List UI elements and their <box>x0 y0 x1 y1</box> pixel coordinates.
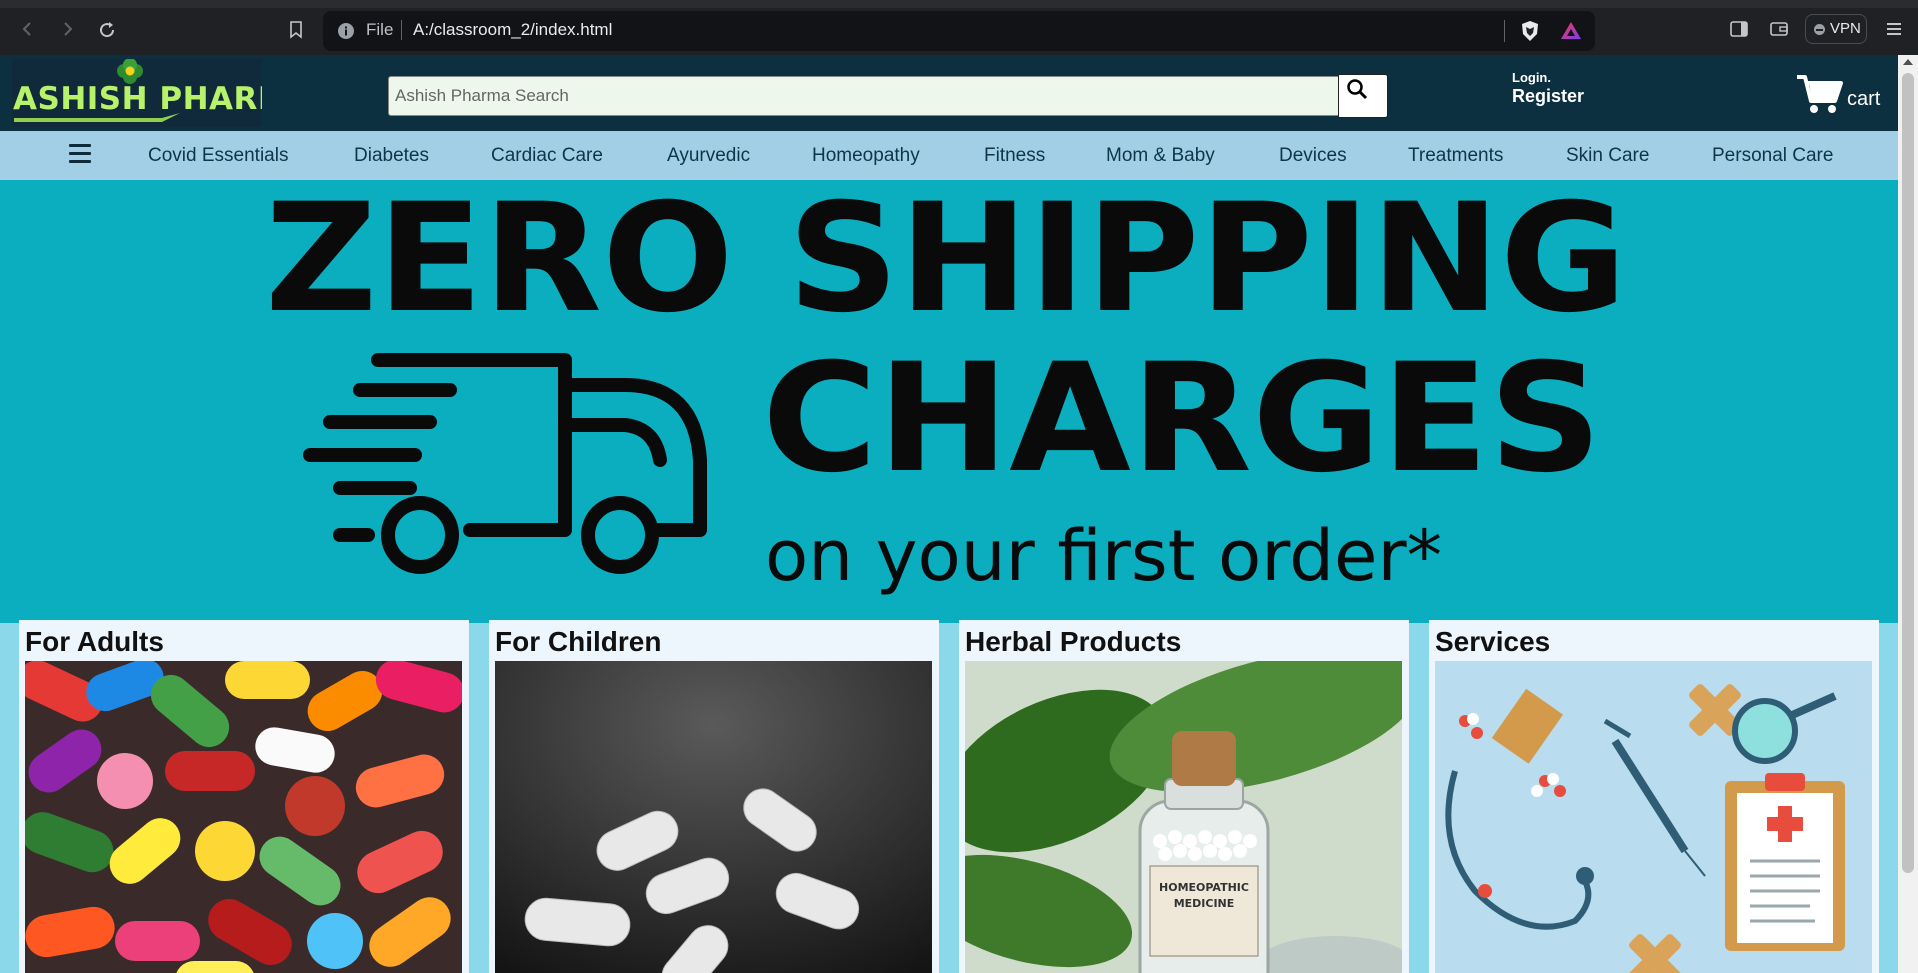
category-nav: Covid Essentials Diabetes Cardiac Care A… <box>0 131 1898 180</box>
search-input[interactable] <box>388 76 1340 116</box>
nav-item-homeopathy[interactable]: Homeopathy <box>812 145 920 167</box>
menu-icon[interactable] <box>1884 19 1904 39</box>
brave-shields-icon[interactable] <box>1519 20 1541 47</box>
nav-item-covid-essentials[interactable]: Covid Essentials <box>148 145 288 167</box>
login-register-link[interactable]: Login. Register <box>1512 71 1584 107</box>
tab-strip <box>0 0 1918 8</box>
url-divider <box>1504 20 1505 42</box>
adults-pills-image[interactable] <box>25 661 462 973</box>
nav-item-ayurvedic[interactable]: Ayurvedic <box>667 145 750 167</box>
nav-item-cardiac-care[interactable]: Cardiac Care <box>491 145 603 167</box>
search-icon <box>1347 79 1368 100</box>
vpn-label: VPN <box>1830 20 1861 37</box>
site-logo[interactable]: ASHISH PHARMA <box>12 58 313 127</box>
card-title[interactable]: Services <box>1435 626 1550 658</box>
url-scheme-label: File <box>366 20 394 39</box>
nav-item-personal-care[interactable]: Personal Care <box>1712 145 1833 167</box>
browser-toolbar: File A:/classroom_2/index.html VPN <box>0 0 1918 55</box>
scroll-thumb[interactable] <box>1902 73 1914 873</box>
card-title[interactable]: For Adults <box>25 626 164 658</box>
register-label[interactable]: Register <box>1512 85 1584 107</box>
nav-item-mom-baby[interactable]: Mom & Baby <box>1106 145 1215 167</box>
nav-item-treatments[interactable]: Treatments <box>1408 145 1503 167</box>
banner-subline: on your first order* <box>765 515 1442 597</box>
vpn-button[interactable]: VPN <box>1805 14 1867 44</box>
svg-text:ASHISH PHARMA: ASHISH PHARMA <box>13 81 262 117</box>
url-text[interactable]: A:/classroom_2/index.html <box>413 20 612 40</box>
category-card-services[interactable]: Services <box>1429 620 1879 973</box>
site-header: ASHISH PHARMA Login. Register cart <box>0 55 1898 131</box>
bottle-label-line2: MEDICINE <box>1174 897 1235 910</box>
brave-rewards-icon[interactable] <box>1560 20 1582 47</box>
sidebar-toggle-icon[interactable] <box>1729 19 1749 39</box>
nav-item-fitness[interactable]: Fitness <box>984 145 1045 167</box>
login-label[interactable]: Login. <box>1512 71 1584 85</box>
back-button[interactable] <box>16 18 40 42</box>
reload-button[interactable] <box>95 18 119 42</box>
wallet-icon[interactable] <box>1769 19 1789 39</box>
hamburger-menu-icon[interactable] <box>69 144 91 166</box>
page-viewport: ASHISH PHARMA Login. Register cart Covid… <box>0 55 1898 973</box>
card-title[interactable]: Herbal Products <box>965 626 1181 658</box>
nav-item-skin-care[interactable]: Skin Care <box>1566 145 1649 167</box>
forward-button[interactable] <box>55 18 79 42</box>
vpn-status-icon <box>1814 24 1825 35</box>
site-info-icon[interactable] <box>337 22 355 40</box>
services-medical-image[interactable] <box>1435 661 1872 973</box>
delivery-truck-icon <box>303 353 707 574</box>
herbal-bottle-image[interactable]: HOMEOPATHIC MEDICINE <box>965 661 1402 973</box>
nav-item-diabetes[interactable]: Diabetes <box>354 145 429 167</box>
cart-label: cart <box>1847 88 1881 110</box>
banner-headline-line1: ZERO SHIPPING <box>265 180 1627 346</box>
category-card-children[interactable]: For Children <box>489 620 939 973</box>
address-bar[interactable]: File A:/classroom_2/index.html <box>323 11 1595 51</box>
category-card-adults[interactable]: For Adults <box>19 620 469 973</box>
bottle-label-line1: HOMEOPATHIC <box>1159 881 1249 894</box>
children-tablets-image[interactable] <box>495 661 932 973</box>
nav-item-devices[interactable]: Devices <box>1279 145 1347 167</box>
banner-headline-line2: CHARGES <box>762 332 1602 506</box>
promo-banner[interactable]: ZERO SHIPPING CHARGES on your first orde… <box>0 180 1898 623</box>
scroll-up-arrow-icon[interactable] <box>1903 59 1913 65</box>
search-button[interactable] <box>1338 74 1388 118</box>
bookmark-icon[interactable] <box>284 18 308 42</box>
cart-icon <box>1797 75 1843 113</box>
page-scrollbar[interactable] <box>1898 55 1918 973</box>
category-card-herbal[interactable]: Herbal Products HOMEOPATHIC MEDICINE <box>959 620 1409 973</box>
card-title[interactable]: For Children <box>495 626 661 658</box>
url-divider <box>401 20 402 40</box>
